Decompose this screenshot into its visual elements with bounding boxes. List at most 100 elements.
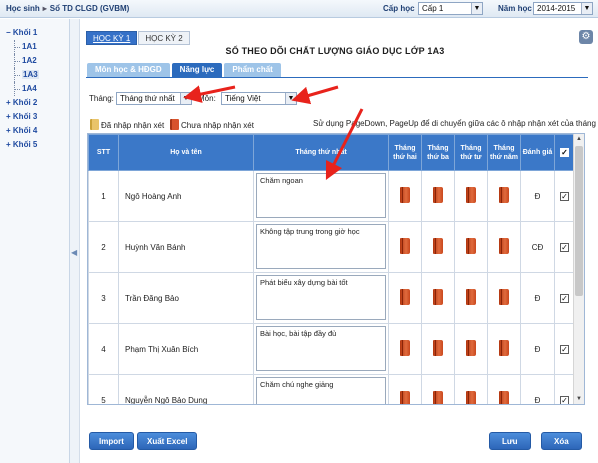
month-cell[interactable] <box>421 374 455 404</box>
select-cell[interactable]: ✓ <box>554 323 575 375</box>
tree-toggle-icon[interactable]: + <box>6 126 11 135</box>
mon-select[interactable]: Tiếng Việt ▼ <box>221 92 297 105</box>
tree-toggle-icon[interactable]: + <box>6 98 11 107</box>
month-cell[interactable] <box>454 170 488 222</box>
export-excel-button[interactable]: Xuất Excel <box>137 432 198 450</box>
month-cell[interactable] <box>454 374 488 404</box>
book-red-icon[interactable] <box>433 391 443 404</box>
breadcrumb-item-so-td[interactable]: Sổ TD CLGD (GVBM) <box>50 4 130 13</box>
cap-hoc-select[interactable]: Cấp 1 ▼ <box>418 2 483 15</box>
save-button[interactable]: Lưu <box>489 432 531 450</box>
grade-cell[interactable]: Đ <box>520 374 555 404</box>
book-red-icon[interactable] <box>499 187 509 203</box>
tree-item-khoi-2[interactable]: + Khối 2 <box>6 96 39 110</box>
row-checkbox[interactable]: ✓ <box>560 395 569 404</box>
row-checkbox[interactable]: ✓ <box>560 344 569 354</box>
tab-pham-chat[interactable]: Phẩm chất <box>224 63 281 77</box>
book-red-icon[interactable] <box>400 340 410 356</box>
tab-mon-hoc[interactable]: Môn học & HĐGD <box>87 63 170 77</box>
month-cell[interactable] <box>421 221 455 273</box>
comment-textarea[interactable]: Chăm chú nghe giảng <box>256 377 386 404</box>
month-cell[interactable] <box>487 221 521 273</box>
month-cell[interactable] <box>388 272 422 324</box>
col-select-all[interactable]: ✓ <box>554 134 575 171</box>
gear-icon[interactable]: ⚙ <box>579 30 593 44</box>
grade-cell[interactable]: Đ <box>520 323 555 375</box>
grade-cell[interactable]: CĐ <box>520 221 555 273</box>
chevron-down-icon: ▼ <box>581 3 592 14</box>
tree-item-khoi-5[interactable]: + Khối 5 <box>6 138 39 152</box>
month-cell[interactable] <box>454 272 488 324</box>
nam-hoc-select[interactable]: 2014-2015 ▼ <box>533 2 593 15</box>
month-cell[interactable] <box>487 374 521 404</box>
book-red-icon[interactable] <box>433 289 443 305</box>
month-cell[interactable] <box>487 170 521 222</box>
tree-item-khoi-1[interactable]: − Khối 1 <box>6 26 39 40</box>
book-red-icon[interactable] <box>499 391 509 404</box>
book-red-icon[interactable] <box>433 187 443 203</box>
book-red-icon[interactable] <box>466 391 476 404</box>
month-cell[interactable] <box>454 221 488 273</box>
select-cell[interactable]: ✓ <box>554 221 575 273</box>
row-checkbox[interactable]: ✓ <box>560 293 569 303</box>
book-red-icon[interactable] <box>499 340 509 356</box>
sidebar-splitter[interactable] <box>70 19 80 463</box>
row-checkbox[interactable]: ✓ <box>560 242 569 252</box>
month-cell[interactable] <box>487 323 521 375</box>
select-cell[interactable]: ✓ <box>554 374 575 404</box>
comment-textarea[interactable]: Không tập trung trong giờ học <box>256 224 386 269</box>
row-stt: 4 <box>88 323 119 375</box>
tree-item-1a3[interactable]: 1A3 <box>6 68 39 82</box>
vertical-scrollbar[interactable]: ▲ ▼ <box>573 134 584 404</box>
tree-item-1a4[interactable]: 1A4 <box>6 82 39 96</box>
tab-hoc-ky-1[interactable]: HỌC KỲ 1 <box>86 31 138 45</box>
month-cell[interactable] <box>388 374 422 404</box>
book-red-icon[interactable] <box>499 238 509 254</box>
month-cell[interactable] <box>388 170 422 222</box>
month-cell[interactable] <box>388 221 422 273</box>
month-cell[interactable] <box>421 170 455 222</box>
import-button[interactable]: Import <box>89 432 134 450</box>
book-red-icon[interactable] <box>400 391 410 404</box>
book-red-icon[interactable] <box>400 289 410 305</box>
row-checkbox[interactable]: ✓ <box>560 191 569 201</box>
tree-item-1a2[interactable]: 1A2 <box>6 54 39 68</box>
tree-toggle-icon[interactable]: + <box>6 140 11 149</box>
book-red-icon[interactable] <box>466 187 476 203</box>
month-cell[interactable] <box>487 272 521 324</box>
scroll-down-icon[interactable]: ▼ <box>574 394 584 404</box>
thang-select[interactable]: Tháng thứ nhất ▼ <box>116 92 192 105</box>
scroll-thumb[interactable] <box>575 146 583 296</box>
book-red-icon[interactable] <box>400 238 410 254</box>
book-red-icon[interactable] <box>433 238 443 254</box>
tab-hoc-ky-2[interactable]: HỌC KỲ 2 <box>138 31 190 45</box>
delete-button[interactable]: Xóa <box>541 432 582 450</box>
month-cell[interactable] <box>421 323 455 375</box>
tree-toggle-icon[interactable]: − <box>6 28 11 37</box>
scroll-up-icon[interactable]: ▲ <box>574 134 584 144</box>
book-red-icon[interactable] <box>499 289 509 305</box>
select-cell[interactable]: ✓ <box>554 170 575 222</box>
comment-textarea[interactable]: Bài học, bài tập đầy đủ <box>256 326 386 371</box>
comment-textarea[interactable]: Chăm ngoan <box>256 173 386 218</box>
book-red-icon[interactable] <box>466 340 476 356</box>
book-red-icon[interactable] <box>400 187 410 203</box>
month-cell[interactable] <box>454 323 488 375</box>
tree-item-1a1[interactable]: 1A1 <box>6 40 39 54</box>
tree-item-khoi-3[interactable]: + Khối 3 <box>6 110 39 124</box>
comment-textarea[interactable]: Phát biểu xây dựng bài tốt <box>256 275 386 320</box>
month-cell[interactable] <box>421 272 455 324</box>
book-red-icon[interactable] <box>466 238 476 254</box>
breadcrumb-item-hoc-sinh[interactable]: Học sinh <box>6 4 40 13</box>
tree-toggle-icon[interactable]: + <box>6 112 11 121</box>
select-cell[interactable]: ✓ <box>554 272 575 324</box>
select-all-checkbox[interactable]: ✓ <box>560 147 569 157</box>
book-red-icon[interactable] <box>466 289 476 305</box>
month-cell[interactable] <box>388 323 422 375</box>
tree-item-khoi-4[interactable]: + Khối 4 <box>6 124 39 138</box>
collapse-sidebar-icon[interactable]: ◀ <box>71 248 77 257</box>
grade-cell[interactable]: Đ <box>520 272 555 324</box>
tab-nang-luc[interactable]: Năng lực <box>171 63 223 77</box>
grade-cell[interactable]: Đ <box>520 170 555 222</box>
book-red-icon[interactable] <box>433 340 443 356</box>
